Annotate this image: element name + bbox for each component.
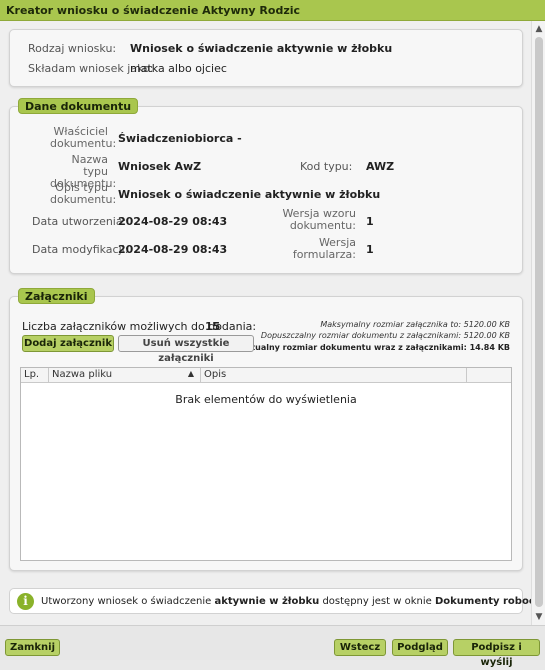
- window-title: Kreator wniosku o świadczenie Aktywny Ro…: [0, 0, 545, 21]
- attachments-panel: Liczba załączników możliwych do dodania:…: [9, 296, 523, 571]
- empty-table-message: Brak elementów do wyświetlenia: [175, 393, 357, 406]
- submit-as-value: matka albo ojciec: [130, 62, 227, 75]
- modified-label: Data modyfikacji:: [32, 243, 129, 256]
- max-size-text: Maksymalny rozmiar załącznika to: 5120.0…: [320, 320, 510, 329]
- created-label: Data utworzenia:: [32, 215, 127, 228]
- table-header: Lp. Nazwa pliku ▲ Opis: [21, 368, 511, 383]
- column-header-extra: [467, 368, 513, 383]
- remove-all-attachments-button[interactable]: Usuń wszystkie załączniki: [118, 335, 254, 364]
- form-version-value: 1: [366, 243, 374, 256]
- back-button[interactable]: Wstecz: [334, 639, 386, 656]
- close-button[interactable]: Zamknij: [5, 639, 60, 656]
- created-value: 2024-08-29 08:43: [118, 215, 228, 228]
- info-icon: i: [17, 593, 34, 610]
- content-viewport[interactable]: Rodzaj wniosku: Wniosek o świadczenie ak…: [0, 21, 545, 625]
- form-version-label: Wersja formularza:: [292, 236, 356, 261]
- type-desc-value: Wniosek o świadczenie aktywnie w żłobku: [118, 188, 381, 201]
- info-text-bold2: Dokumenty robocze: [434, 596, 545, 607]
- vertical-scrollbar[interactable]: ▲ ▼: [531, 21, 545, 625]
- footer-bar: Zamknij Wstecz Podgląd Podpisz i wyślij: [0, 625, 545, 668]
- sort-ascending-icon: ▲: [187, 369, 194, 378]
- attachments-count-value: 15: [205, 320, 221, 333]
- info-text: Utworzony wniosek o świadczenie aktywnie…: [41, 596, 545, 607]
- info-text-part1: Utworzony wniosek o świadczenie: [41, 596, 215, 607]
- attachments-count-label: Liczba załączników możliwych do dodania:: [22, 320, 257, 333]
- owner-label: Właściciel dokumentu:: [50, 125, 117, 150]
- column-header-description[interactable]: Opis: [201, 368, 467, 383]
- allowed-size-text: Dopuszczalny rozmiar dokumentu z załączn…: [260, 331, 510, 340]
- modified-value: 2024-08-29 08:43: [118, 243, 228, 256]
- info-message: i Utworzony wniosek o świadczenie aktywn…: [9, 588, 545, 614]
- template-version-value: 1: [366, 215, 374, 228]
- scrollbar-thumb[interactable]: [535, 37, 543, 607]
- attachments-section-title: Załączniki: [18, 288, 95, 304]
- column-header-lp[interactable]: Lp.: [21, 368, 49, 383]
- type-desc-label: Opis typu dokumentu:: [50, 181, 117, 206]
- summary-panel: Rodzaj wniosku: Wniosek o świadczenie ak…: [9, 29, 523, 87]
- document-panel: Właściciel dokumentu: Świadczeniobiorca …: [9, 106, 523, 274]
- attachments-table: Lp. Nazwa pliku ▲ Opis Brak elementów do…: [20, 367, 512, 561]
- sign-and-send-button[interactable]: Podpisz i wyślij: [453, 639, 540, 668]
- add-attachment-button[interactable]: Dodaj załącznik: [22, 335, 114, 352]
- scroll-up-icon[interactable]: ▲: [534, 24, 544, 34]
- template-version-label: Wersja wzoru dokumentu:: [282, 207, 356, 232]
- type-code-value: AWZ: [366, 160, 395, 173]
- current-size-text: Aktualny rozmiar dokumentu wraz z załącz…: [239, 343, 510, 352]
- file-name-header-label: Nazwa pliku: [52, 369, 113, 380]
- info-text-part2: dostępny jest w oknie: [319, 596, 435, 607]
- scroll-down-icon[interactable]: ▼: [534, 612, 544, 622]
- request-type-value: Wniosek o świadczenie aktywnie w żłobku: [130, 42, 393, 55]
- type-name-value: Wniosek AwZ: [118, 160, 202, 173]
- owner-value: Świadczeniobiorca -: [118, 132, 242, 145]
- preview-button[interactable]: Podgląd: [392, 639, 448, 656]
- info-text-bold1: aktywnie w żłobku: [214, 596, 320, 607]
- column-header-file-name[interactable]: Nazwa pliku ▲: [49, 368, 201, 383]
- document-section-title: Dane dokumentu: [18, 98, 139, 114]
- type-code-label: Kod typu:: [300, 160, 353, 173]
- request-type-label: Rodzaj wniosku:: [28, 42, 117, 55]
